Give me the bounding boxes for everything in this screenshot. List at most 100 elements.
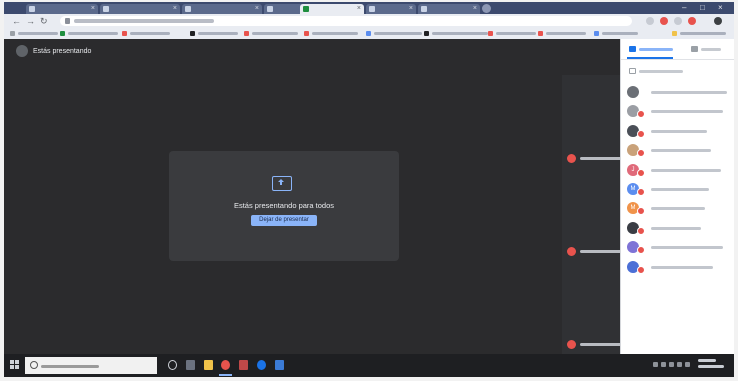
back-icon[interactable]: ← xyxy=(12,16,21,26)
tab-favicon xyxy=(103,6,109,12)
participant-row[interactable] xyxy=(627,221,731,235)
participants-panel: JMM xyxy=(620,39,734,354)
presenting-card-title: Estás presentando para todos xyxy=(233,201,335,210)
new-tab-button[interactable] xyxy=(482,4,491,13)
word-icon[interactable] xyxy=(275,360,284,370)
participant-row[interactable] xyxy=(627,144,731,158)
presenting-banner-text: Estás presentando xyxy=(33,47,92,55)
active-tab-indicator xyxy=(627,57,673,59)
tab-close-icon[interactable]: × xyxy=(91,5,95,13)
muted-mic-icon xyxy=(637,168,645,177)
add-people-link[interactable] xyxy=(629,67,683,75)
participant-name xyxy=(651,91,727,94)
avatar xyxy=(627,86,639,98)
participant-name xyxy=(651,168,721,172)
participant-row[interactable] xyxy=(627,260,731,274)
extension-icon[interactable] xyxy=(674,17,682,25)
extension-icon[interactable] xyxy=(660,17,668,25)
people-icon xyxy=(629,46,636,52)
taskbar-search-placeholder xyxy=(41,365,99,368)
muted-mic-icon xyxy=(637,129,645,138)
participant-tile-label[interactable] xyxy=(567,339,628,349)
windows-taskbar xyxy=(4,354,734,377)
profile-icon[interactable] xyxy=(714,17,722,25)
muted-mic-icon xyxy=(637,149,645,158)
windows-start-icon[interactable] xyxy=(10,360,20,370)
panel-tabs xyxy=(621,39,734,60)
tab-close-icon[interactable]: × xyxy=(409,5,413,13)
participant-tile-label[interactable] xyxy=(567,246,628,256)
participant-row[interactable] xyxy=(627,241,731,255)
participant-video-strip xyxy=(562,75,620,354)
file-explorer-icon[interactable] xyxy=(204,360,213,370)
meet-stage: Estás presentando Estás presentando para… xyxy=(4,39,628,354)
participant-tile-label[interactable] xyxy=(567,153,628,163)
presenting-card: Estás presentando para todos Dejar de pr… xyxy=(169,151,399,261)
browser-tab[interactable]: × xyxy=(366,4,416,14)
tab-people-label xyxy=(639,47,673,51)
tab-chat[interactable] xyxy=(691,44,721,54)
screen: × × × × × × × – □ × ← → ↻ xyxy=(4,2,734,377)
task-view-icon[interactable] xyxy=(186,360,195,370)
participant-name xyxy=(651,226,701,230)
stop-presenting-button[interactable]: Dejar de presentar xyxy=(251,215,317,226)
browser-tab[interactable]: × xyxy=(418,4,480,14)
tab-favicon xyxy=(369,6,375,12)
person-add-icon xyxy=(629,68,636,74)
address-bar-row: ← → ↻ xyxy=(4,14,734,28)
tab-close-icon[interactable]: × xyxy=(173,5,177,13)
participant-name xyxy=(651,110,723,114)
reload-icon[interactable]: ↻ xyxy=(40,16,48,26)
participant-name xyxy=(651,265,713,269)
tab-people[interactable] xyxy=(629,44,673,54)
tab-close-icon[interactable]: × xyxy=(255,5,259,13)
participant-row[interactable] xyxy=(627,105,731,119)
browser-tab[interactable]: × xyxy=(182,4,262,14)
taskbar-clock[interactable] xyxy=(698,359,724,371)
tab-favicon xyxy=(421,6,427,12)
edge-icon[interactable] xyxy=(257,360,266,370)
tray-chevron-icon[interactable] xyxy=(653,362,658,367)
maximize-icon[interactable]: □ xyxy=(700,3,705,12)
participant-name xyxy=(651,149,711,153)
taskbar-search-box[interactable] xyxy=(25,357,157,374)
add-people-label xyxy=(639,69,683,73)
chrome-icon[interactable] xyxy=(221,360,230,370)
lock-icon xyxy=(65,18,70,24)
tab-close-icon[interactable]: × xyxy=(473,5,477,13)
tab-close-icon[interactable]: × xyxy=(357,5,361,13)
volume-icon[interactable] xyxy=(669,362,674,367)
participant-row[interactable]: J xyxy=(627,163,731,177)
network-icon[interactable] xyxy=(661,362,666,367)
participant-name xyxy=(651,188,709,191)
close-window-icon[interactable]: × xyxy=(718,3,723,12)
minimize-icon[interactable]: – xyxy=(682,3,686,12)
omnibox[interactable] xyxy=(60,16,632,26)
participant-name xyxy=(651,207,705,211)
browser-tab[interactable]: × xyxy=(26,4,98,14)
tab-favicon xyxy=(185,6,191,12)
browser-tab-active[interactable]: × xyxy=(300,4,364,14)
presenter-avatar xyxy=(16,45,28,57)
muted-mic-icon xyxy=(567,339,576,349)
tab-favicon xyxy=(267,6,273,12)
extension-icon[interactable] xyxy=(688,17,696,25)
system-tray xyxy=(653,362,690,369)
browser-tab[interactable]: × xyxy=(100,4,180,14)
language-icon[interactable] xyxy=(685,362,690,367)
participant-row[interactable]: M xyxy=(627,183,731,196)
tab-chat-label xyxy=(701,47,721,51)
participant-row[interactable] xyxy=(627,124,731,138)
muted-mic-icon xyxy=(637,110,645,119)
present-screen-icon xyxy=(272,176,292,191)
muted-mic-icon xyxy=(637,226,645,235)
meet-favicon xyxy=(303,6,309,12)
participant-row[interactable] xyxy=(627,86,731,99)
opera-icon[interactable] xyxy=(239,360,248,370)
extension-icon[interactable] xyxy=(646,17,654,25)
participant-row[interactable]: M xyxy=(627,202,731,216)
forward-icon[interactable]: → xyxy=(26,16,35,26)
participant-name xyxy=(651,246,723,250)
cortana-icon[interactable] xyxy=(168,360,177,370)
battery-icon[interactable] xyxy=(677,362,682,367)
